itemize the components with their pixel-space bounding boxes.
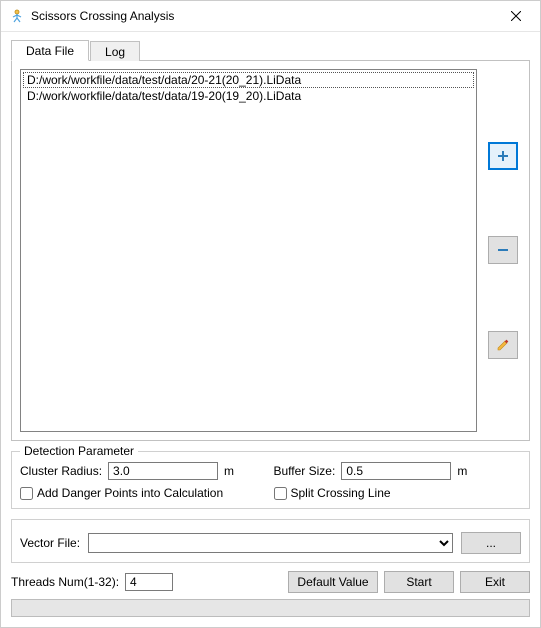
split-crossing-checkbox-input[interactable] [274,487,287,500]
progress-bar [11,599,530,617]
split-crossing-label: Split Crossing Line [291,486,391,500]
threads-label: Threads Num(1-32): [11,575,119,589]
tab-data-file[interactable]: Data File [11,40,89,61]
default-value-button[interactable]: Default Value [288,571,378,593]
list-item[interactable]: D:/work/workfile/data/test/data/19-20(19… [23,88,474,104]
clear-files-button[interactable] [488,331,518,359]
close-icon [511,11,521,21]
detection-legend: Detection Parameter [20,444,138,458]
buffer-size-unit: m [457,464,467,478]
tabpane-data-file: D:/work/workfile/data/test/data/20-21(20… [11,60,530,441]
exit-button[interactable]: Exit [460,571,530,593]
add-file-button[interactable] [488,142,518,170]
buffer-size-label: Buffer Size: [274,464,336,478]
file-list-buttons [485,69,521,432]
add-danger-checkbox-input[interactable] [20,487,33,500]
vector-file-group: Vector File: ... [11,519,530,563]
add-danger-label: Add Danger Points into Calculation [37,486,223,500]
plus-icon [496,149,510,163]
start-button[interactable]: Start [384,571,454,593]
list-item[interactable]: D:/work/workfile/data/test/data/20-21(20… [23,72,474,88]
file-list[interactable]: D:/work/workfile/data/test/data/20-21(20… [20,69,477,432]
cluster-radius-input[interactable] [108,462,218,480]
minus-icon [496,243,510,257]
cluster-radius-unit: m [224,464,234,478]
window-title: Scissors Crossing Analysis [31,9,496,23]
vector-file-combo[interactable] [88,533,453,553]
buffer-size-input[interactable] [341,462,451,480]
tabbar: Data File Log [11,38,530,60]
cluster-radius-label: Cluster Radius: [20,464,102,478]
titlebar: Scissors Crossing Analysis [1,1,540,32]
close-button[interactable] [496,2,536,30]
vector-file-browse-button[interactable]: ... [461,532,521,554]
remove-file-button[interactable] [488,236,518,264]
add-danger-checkbox[interactable]: Add Danger Points into Calculation [20,486,223,500]
pencil-icon [496,338,510,352]
split-crossing-checkbox[interactable]: Split Crossing Line [274,486,391,500]
tab-log[interactable]: Log [90,41,140,61]
app-icon [9,8,25,24]
vector-file-label: Vector File: [20,536,80,550]
threads-input[interactable] [125,573,173,591]
detection-parameter-group: Detection Parameter Cluster Radius: m Bu… [11,451,530,509]
